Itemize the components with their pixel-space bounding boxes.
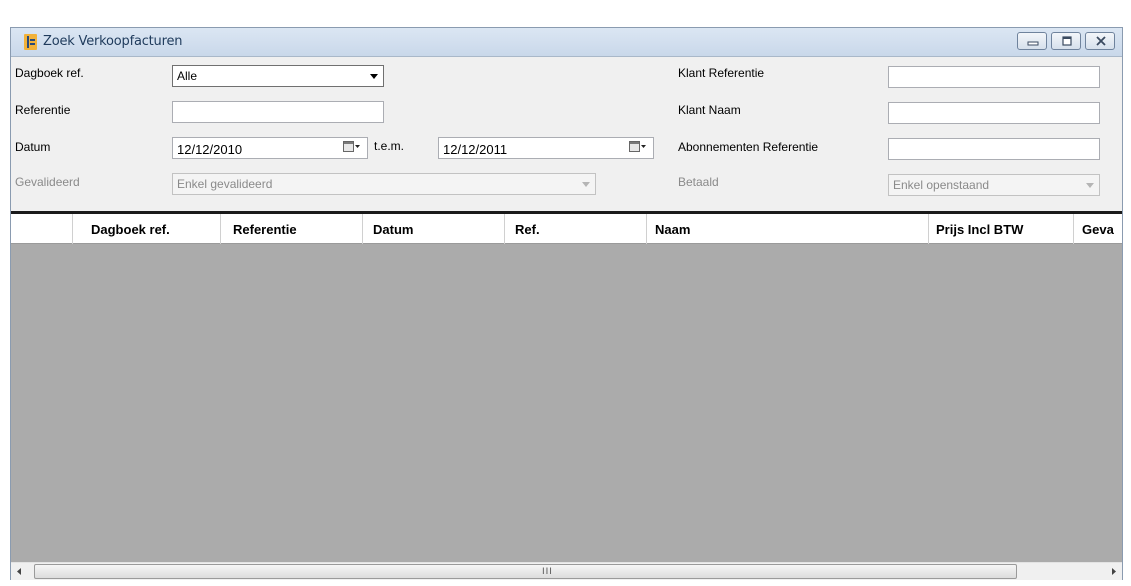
close-icon (1096, 36, 1106, 46)
scrollbar-thumb[interactable]: III (34, 564, 1017, 579)
referentie-input[interactable] (172, 101, 384, 123)
minimize-button[interactable] (1017, 32, 1047, 50)
chevron-left-icon (17, 568, 21, 575)
close-button[interactable] (1085, 32, 1115, 50)
results-grid[interactable]: Dagboek ref. Referentie Datum Ref. Naam … (11, 211, 1122, 580)
gevalideerd-label: Gevalideerd (15, 175, 80, 189)
betaald-value: Enkel openstaand (893, 178, 990, 192)
horizontal-scrollbar[interactable]: III (11, 562, 1122, 580)
column-gevalideerd[interactable]: Geva (1074, 214, 1124, 244)
column-ref[interactable]: Ref. (507, 214, 647, 244)
datum-from-picker[interactable]: 12/12/2010 (172, 137, 368, 159)
column-dagboek-ref[interactable]: Dagboek ref. (83, 214, 221, 244)
klant-naam-label: Klant Naam (678, 103, 741, 117)
column-naam[interactable]: Naam (647, 214, 929, 244)
column-prijs-incl-btw[interactable]: Prijs Incl BTW (928, 214, 1074, 244)
chevron-down-icon (582, 182, 590, 187)
minimize-icon (1027, 41, 1039, 46)
title-bar[interactable]: Zoek Verkoopfacturen (11, 28, 1122, 56)
abonnementen-referentie-label: Abonnementen Referentie (678, 140, 819, 154)
datum-to-picker[interactable]: 12/12/2011 (438, 137, 654, 159)
tem-label: t.e.m. (374, 139, 405, 153)
klant-naam-input[interactable] (888, 102, 1100, 124)
chevron-down-icon (1086, 183, 1094, 188)
scroll-right-button[interactable] (1105, 563, 1122, 580)
klant-referentie-input[interactable] (888, 66, 1100, 88)
chevron-right-icon (1112, 568, 1116, 575)
klant-referentie-label: Klant Referentie (678, 66, 765, 80)
betaald-select[interactable]: Enkel openstaand (888, 174, 1100, 196)
grid-header: Dagboek ref. Referentie Datum Ref. Naam … (11, 214, 1122, 244)
search-invoices-window: Zoek Verkoopfacturen Dagboek ref. Alle R… (10, 27, 1123, 580)
betaald-label: Betaald (678, 175, 719, 189)
datum-label: Datum (15, 140, 51, 154)
datum-to-value: 12/12/2011 (443, 142, 508, 157)
chevron-down-icon (370, 74, 378, 79)
app-icon (24, 34, 37, 50)
dagboek-value: Alle (177, 69, 198, 83)
gevalideerd-select[interactable]: Enkel gevalideerd (172, 173, 596, 195)
restore-button[interactable] (1051, 32, 1081, 50)
row-header-corner[interactable] (11, 214, 73, 244)
filter-panel: Dagboek ref. Alle Referentie Datum 12/12… (11, 56, 1122, 211)
column-referentie[interactable]: Referentie (225, 214, 363, 244)
abonnementen-referentie-input[interactable] (888, 138, 1100, 160)
window-title: Zoek Verkoopfacturen (43, 34, 183, 49)
calendar-icon[interactable] (629, 141, 647, 153)
gevalideerd-value: Enkel gevalideerd (177, 177, 273, 191)
restore-icon (1062, 36, 1072, 46)
scrollbar-grip: III (542, 567, 553, 577)
referentie-label: Referentie (15, 103, 71, 117)
calendar-icon[interactable] (343, 141, 361, 153)
dagboek-label: Dagboek ref. (15, 66, 84, 80)
column-datum[interactable]: Datum (365, 214, 505, 244)
dagboek-select[interactable]: Alle (172, 65, 384, 87)
datum-from-value: 12/12/2010 (177, 142, 243, 157)
scroll-left-button[interactable] (11, 563, 28, 580)
